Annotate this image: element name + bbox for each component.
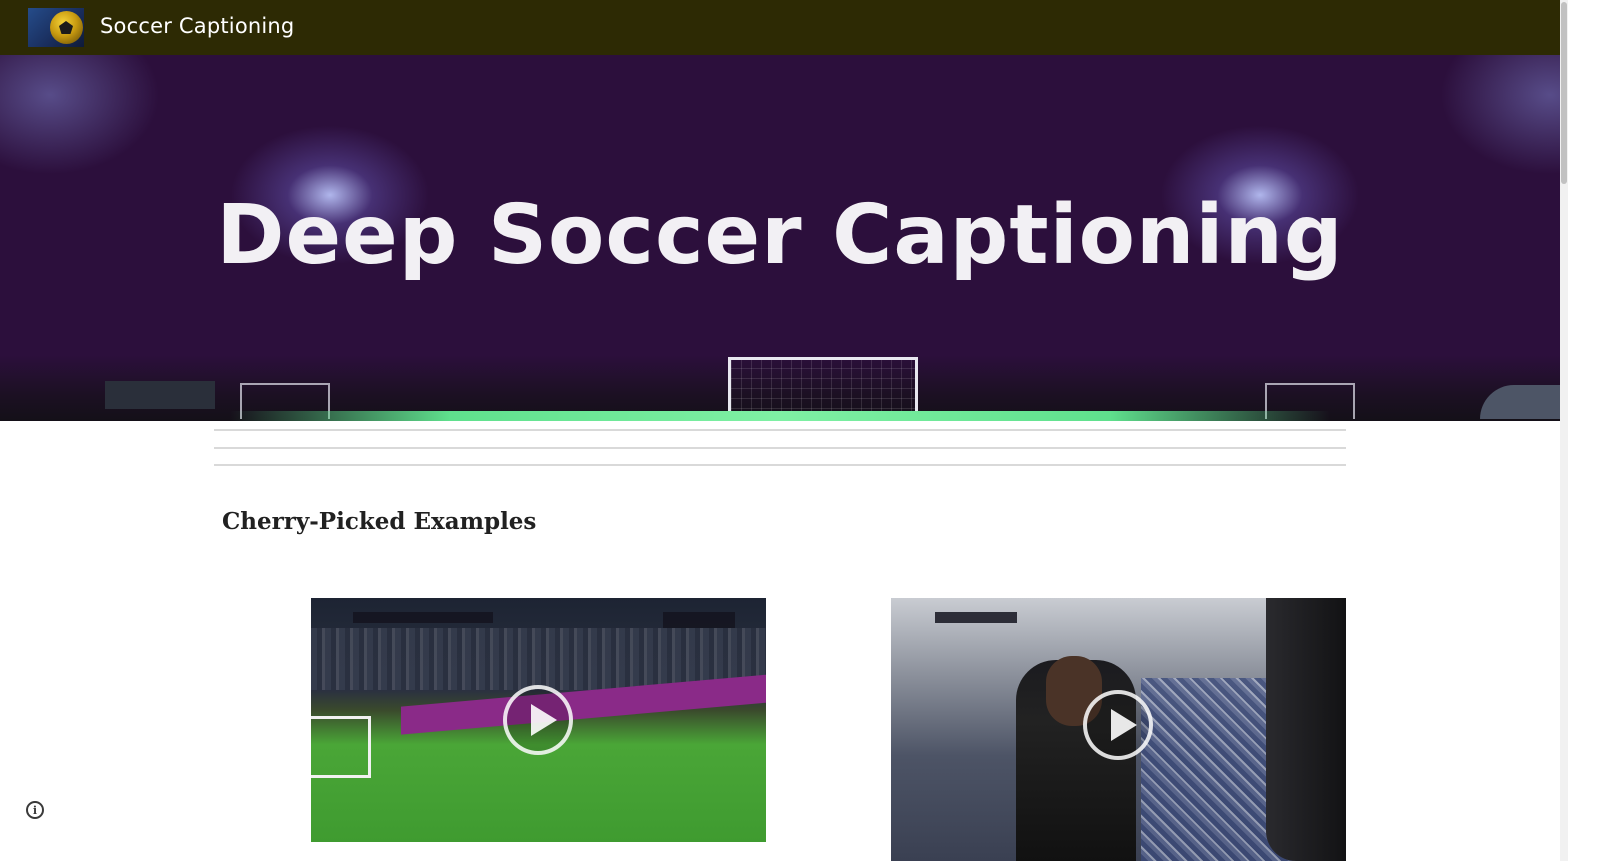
divider-line — [214, 429, 1346, 431]
broadcaster-logo — [663, 612, 735, 628]
top-navigation-bar: Soccer Captioning — [0, 0, 1560, 55]
pitch-strip — [230, 411, 1330, 421]
ball-graphic — [50, 11, 83, 44]
hero-title: Deep Soccer Captioning — [216, 188, 1344, 283]
soccer-ball-logo-icon[interactable] — [28, 8, 84, 47]
score-overlay — [935, 612, 1017, 623]
divider-line — [214, 464, 1346, 466]
section-heading: Cherry-Picked Examples — [222, 508, 537, 535]
info-icon[interactable]: i — [26, 801, 44, 819]
example-video-1[interactable] — [311, 598, 766, 842]
hero-banner: Deep Soccer Captioning — [0, 55, 1560, 421]
score-overlay — [353, 612, 493, 623]
stadium-light-glow — [1440, 55, 1560, 175]
divider-line — [214, 447, 1346, 449]
stadium-light-glow — [0, 55, 160, 175]
example-video-2[interactable] — [891, 598, 1346, 861]
scrollbar-thumb[interactable] — [1561, 2, 1567, 184]
goal-net — [728, 357, 918, 419]
foreground-figure — [1266, 598, 1346, 861]
play-icon[interactable] — [1083, 690, 1153, 760]
play-icon[interactable] — [503, 685, 573, 755]
goal-frame — [311, 716, 371, 778]
bench-left — [105, 381, 215, 409]
site-title[interactable]: Soccer Captioning — [100, 14, 294, 38]
